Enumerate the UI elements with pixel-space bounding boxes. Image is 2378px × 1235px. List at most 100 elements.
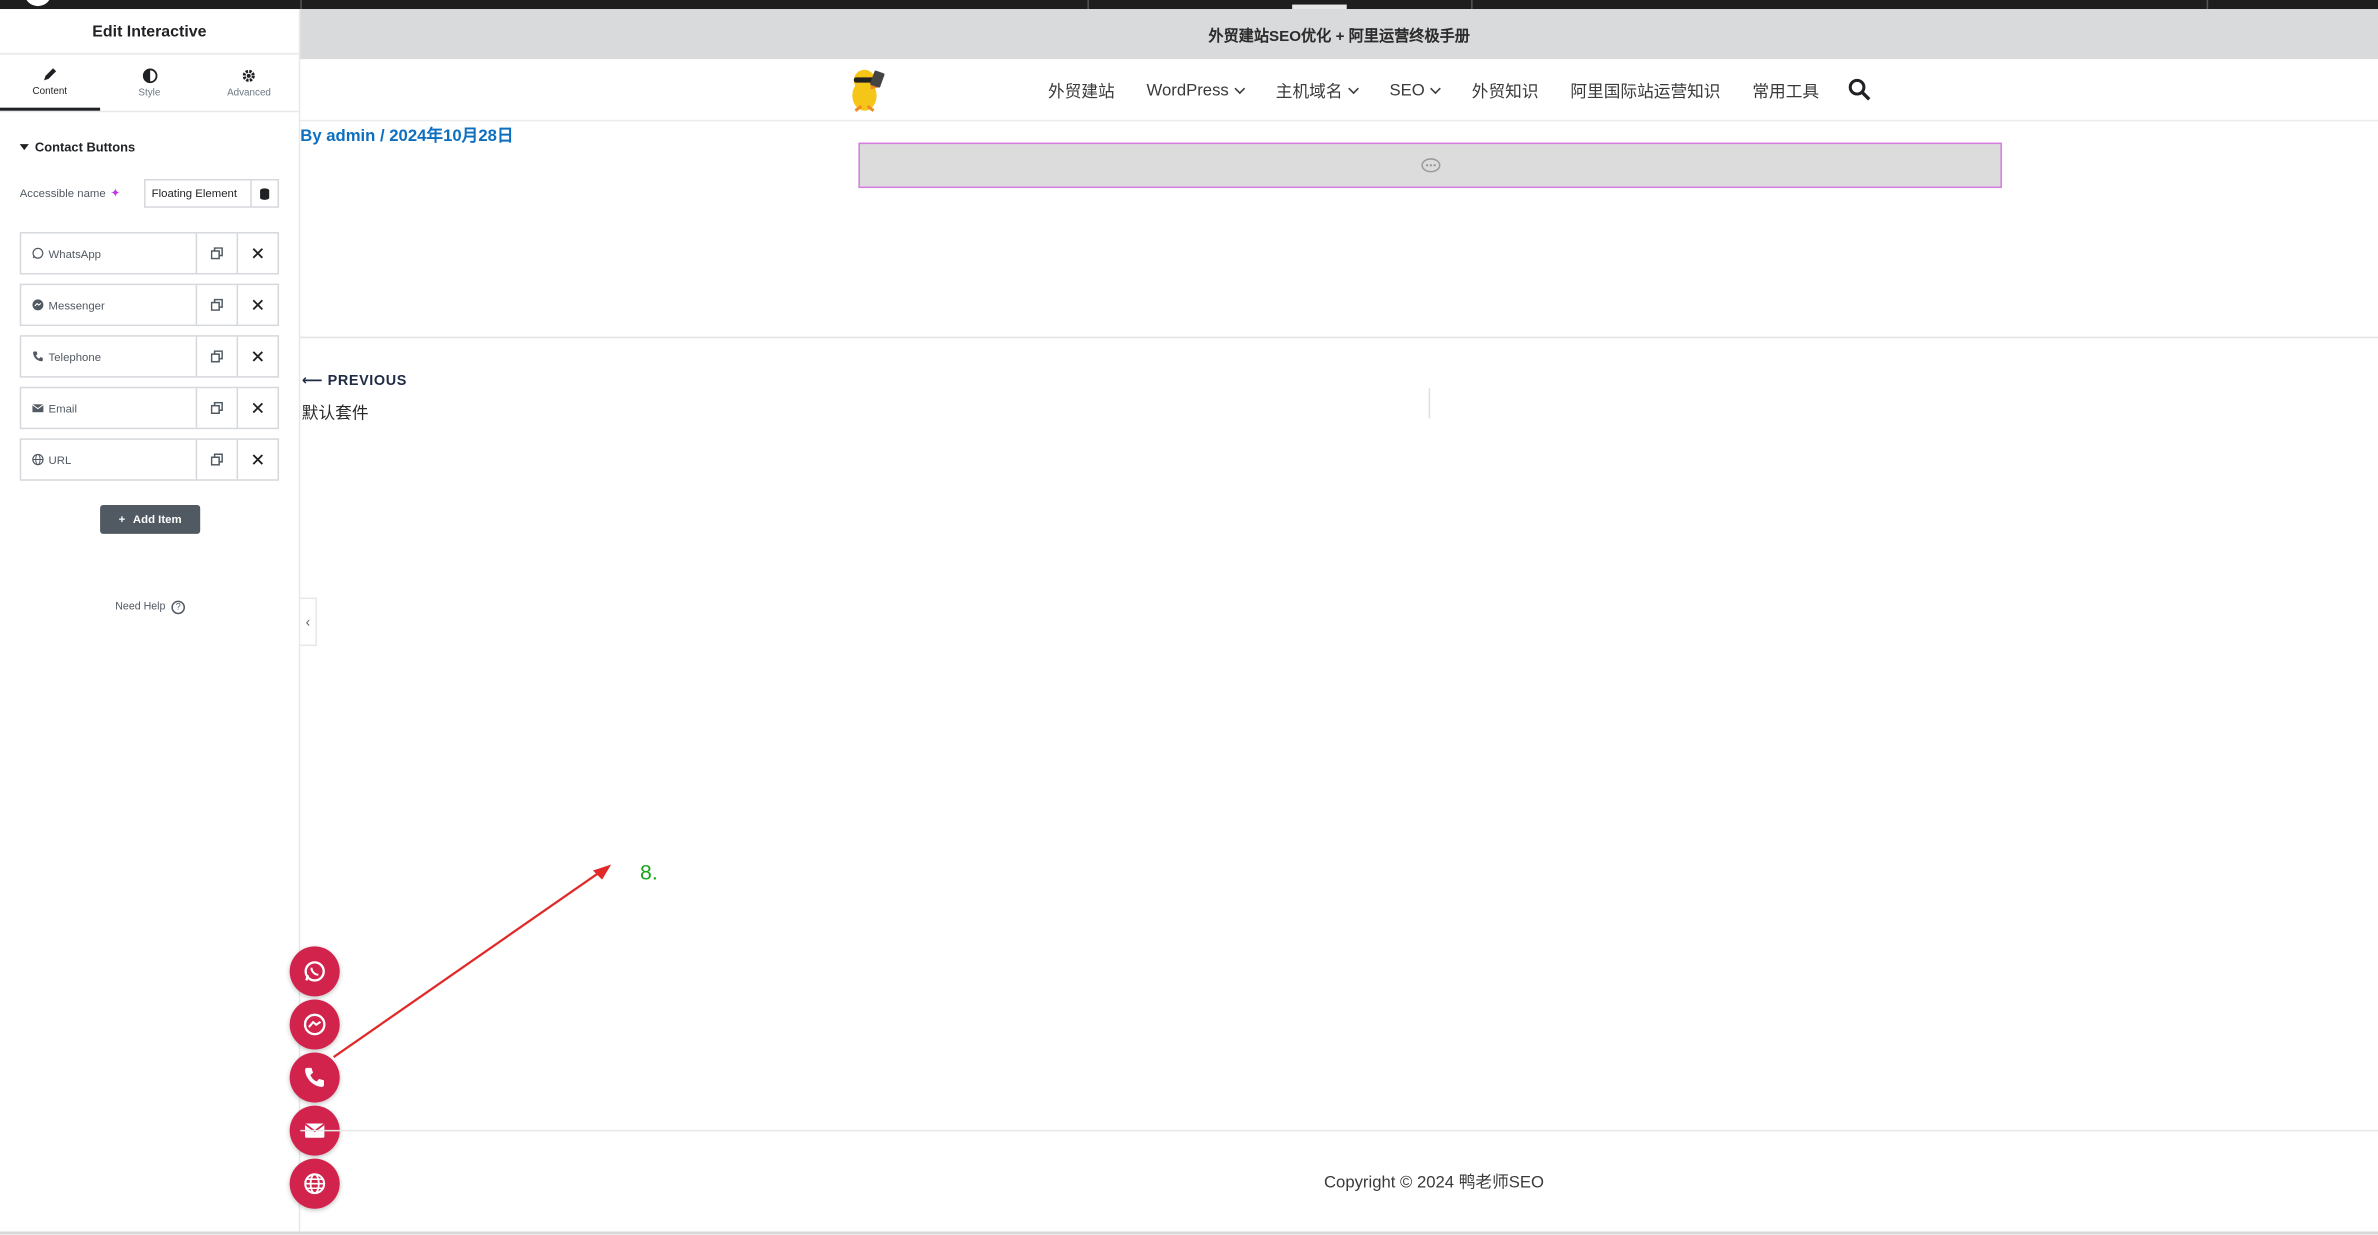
repeater-item: Telephone [19, 335, 280, 378]
toolbar-divider [1471, 0, 1473, 10]
accessible-name-control: Accessible name ✦ Floating Element [20, 178, 280, 208]
panel-tabs: Content Style Advanced [0, 55, 299, 113]
editor-logo[interactable] [24, 0, 52, 7]
whatsapp-button[interactable] [289, 946, 340, 997]
item-label: Messenger [48, 298, 105, 312]
url-button[interactable] [289, 1158, 340, 1209]
dynamic-tags-button[interactable] [250, 178, 280, 208]
accessible-name-input[interactable]: Floating Element [144, 178, 251, 208]
comment-placeholder-block[interactable] [858, 142, 2002, 189]
database-icon [260, 187, 270, 200]
announcement-bar[interactable]: 外贸建站SEO优化 + 阿里运营终极手册 [300, 9, 2378, 60]
item-label: URL [48, 452, 72, 467]
whatsapp-icon [32, 247, 44, 259]
panel-title: Edit Interactive [0, 9, 299, 55]
site-logo[interactable] [842, 65, 887, 114]
toolbar-divider [300, 0, 302, 10]
repeater-item: Email [19, 386, 280, 430]
repeater-item-title[interactable]: WhatsApp [21, 234, 195, 273]
copy-icon [210, 350, 223, 363]
item-label: Telephone [48, 349, 102, 364]
tab-label: Style [138, 87, 161, 98]
phone-icon [305, 1067, 324, 1087]
nav-item[interactable]: 阿里国际站运营知识 [1570, 78, 1720, 102]
duplicate-button[interactable] [195, 285, 237, 325]
caret-down-icon [19, 144, 29, 151]
previous-post-link[interactable]: ⟵ PREVIOUS [302, 373, 407, 390]
tab-label: Content [32, 85, 68, 97]
nav-item[interactable]: SEO [1389, 81, 1442, 100]
messenger-icon [32, 299, 44, 311]
nav-item[interactable]: 外贸知识 [1472, 78, 1539, 102]
tab-style[interactable]: Style [100, 55, 200, 111]
phone-icon [33, 351, 43, 362]
nav-item[interactable]: 主机域名 [1275, 78, 1360, 102]
remove-button[interactable] [236, 439, 278, 480]
item-label: Email [48, 401, 77, 415]
nav-label: 常用工具 [1752, 82, 1820, 101]
nav-label: WordPress [1146, 81, 1229, 100]
duplicate-button[interactable] [195, 233, 237, 273]
globe-icon [32, 453, 44, 466]
duplicate-button[interactable] [195, 336, 237, 377]
tab-advanced[interactable]: Advanced [199, 55, 299, 111]
top-toolbar-strip [0, 0, 2378, 10]
section-toggle-contact-buttons[interactable]: Contact Buttons [19, 139, 299, 155]
section-title: Contact Buttons [34, 139, 136, 155]
comment-icon [1420, 157, 1440, 172]
collapse-panel-button[interactable]: ‹ [300, 597, 317, 647]
ai-sparkle-icon[interactable]: ✦ [110, 187, 120, 201]
globe-icon [304, 1173, 326, 1195]
repeater-item: Messenger [19, 283, 280, 327]
copy-icon [210, 247, 223, 260]
post-byline[interactable]: By admin / 2024年10月28日 [300, 123, 513, 147]
remove-button[interactable] [236, 388, 278, 428]
footer-divider [300, 1129, 2378, 1132]
repeater-item-title[interactable]: URL [21, 440, 195, 479]
duplicate-button[interactable] [195, 388, 237, 428]
copy-icon [210, 298, 223, 311]
main-nav: 外贸建站 WordPress 主机域名 SEO 外贸知识 阿里国际站运营知识 常… [1048, 59, 1851, 121]
need-help-label: Need Help [115, 602, 166, 613]
close-icon [252, 351, 264, 362]
site-header: 外贸建站 WordPress 主机域名 SEO 外贸知识 阿里国际站运营知识 常… [300, 59, 2378, 122]
close-icon [252, 299, 264, 311]
nav-item[interactable]: 外贸建站 [1048, 78, 1115, 102]
chevron-down-icon [1348, 82, 1360, 94]
previous-post-title[interactable]: 默认套件 [302, 400, 369, 424]
label-text: Accessible name [19, 186, 106, 201]
copy-icon [210, 453, 223, 466]
nav-label: 主机域名 [1275, 82, 1343, 101]
whatsapp-icon [304, 961, 325, 982]
repeater-item-title[interactable]: Telephone [21, 337, 195, 376]
search-icon[interactable] [1847, 77, 1871, 101]
repeater-item: WhatsApp [19, 232, 280, 275]
pencil-icon [43, 67, 56, 80]
nav-item[interactable]: WordPress [1146, 81, 1246, 100]
nav-label: 外贸知识 [1471, 82, 1539, 101]
screen: Edit Interactive Content Style Advanced … [0, 0, 2378, 1235]
copy-icon [210, 401, 223, 415]
close-icon [252, 454, 264, 465]
accessible-name-label: Accessible name ✦ [20, 187, 144, 201]
nav-item[interactable]: 常用工具 [1752, 78, 1819, 102]
phone-button[interactable] [289, 1052, 340, 1103]
nav-label: SEO [1389, 81, 1425, 100]
footer-copyright: Copyright © 2024 鸭老师SEO [1323, 1173, 1544, 1193]
remove-button[interactable] [236, 285, 278, 325]
remove-button[interactable] [236, 336, 278, 377]
tab-content[interactable]: Content [0, 55, 100, 111]
repeater-item-title[interactable]: Messenger [21, 285, 195, 324]
nav-label: 阿里国际站运营知识 [1570, 82, 1721, 101]
previous-label: PREVIOUS [327, 373, 407, 390]
chevron-down-icon [1234, 82, 1246, 94]
remove-button[interactable] [236, 233, 278, 273]
duplicate-button[interactable] [195, 439, 237, 480]
arrow-left-icon: ⟵ [301, 373, 324, 390]
gear-icon [242, 69, 256, 82]
messenger-button[interactable] [289, 999, 340, 1050]
add-item-button[interactable]: + Add Item [100, 505, 201, 534]
need-help-link[interactable]: Need Help ? [115, 600, 186, 615]
window-bottom-border [0, 1231, 2378, 1235]
repeater-item-title[interactable]: Email [21, 388, 195, 427]
